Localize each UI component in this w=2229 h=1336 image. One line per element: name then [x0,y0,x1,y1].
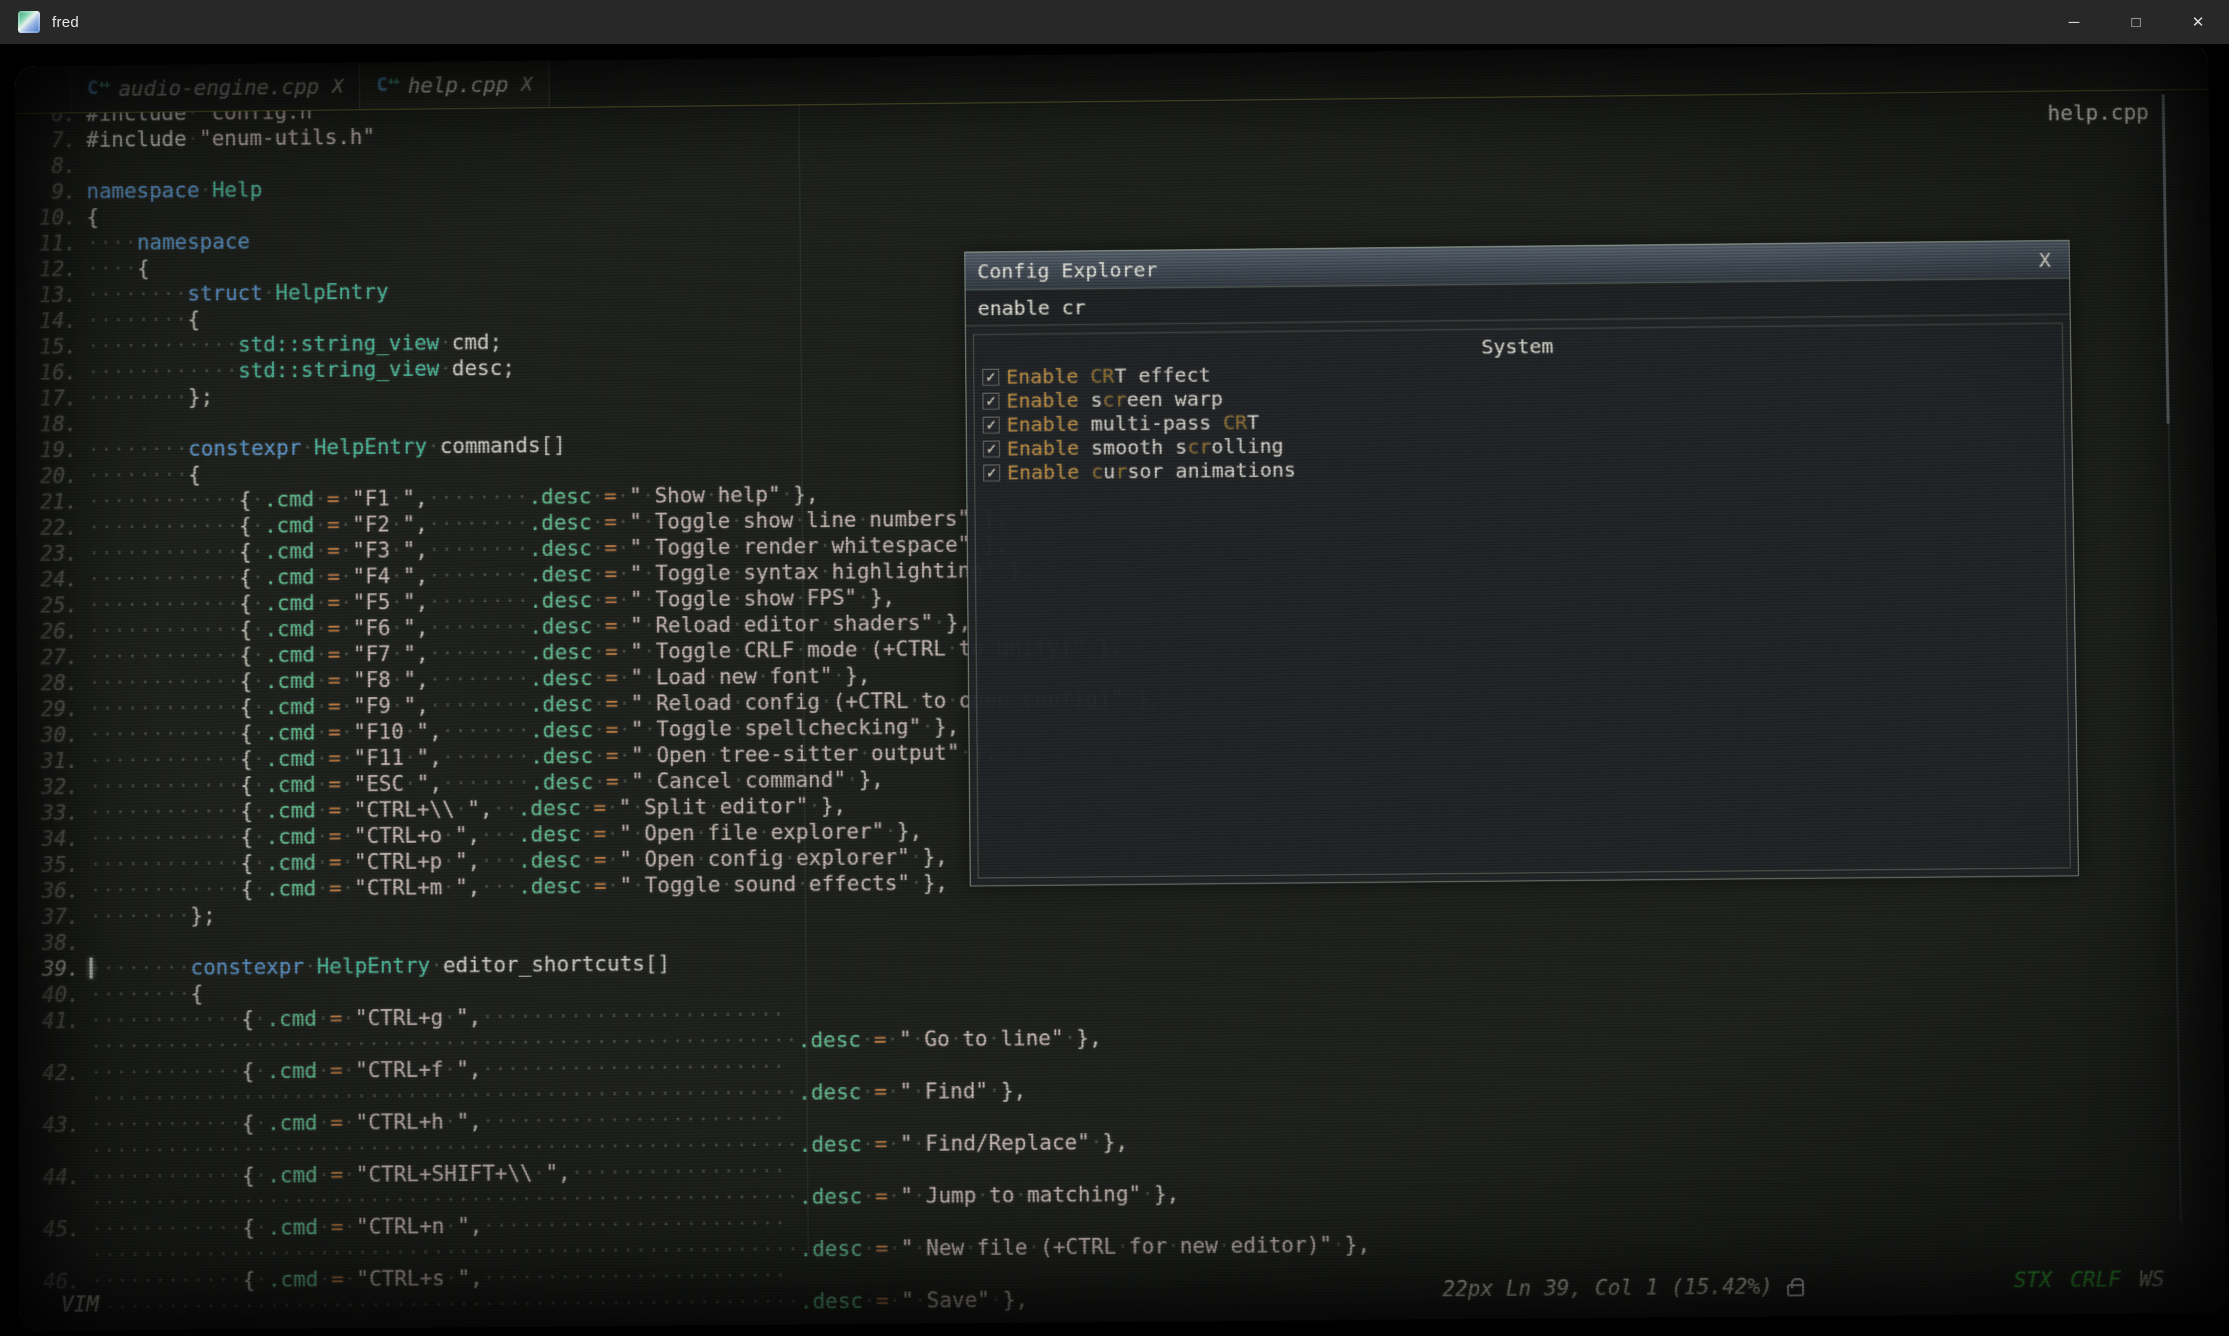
config-item-label: Enable cursor animations [1007,457,1296,484]
status-position: 22px Ln 39, Col 1 (15.42%) [1442,1274,1804,1301]
config-item-label: Enable screen warp [1006,386,1223,412]
cpp-file-icon: C++ [376,74,399,96]
line-number: 33. [17,800,89,827]
status-position-text: 22px Ln 39, Col 1 (15.42%) [1442,1274,1773,1301]
config-explorer-close-icon[interactable]: X [2033,247,2057,271]
line-number: 10. [15,204,87,231]
cpp-file-icon: C++ [87,78,110,100]
tab-help-cpp[interactable]: C++ help.cpp X [360,60,549,109]
tab-label: audio-engine.cpp [118,74,319,100]
line-number [19,1158,91,1159]
line-number: 11. [15,230,87,257]
line-number: 39. [18,956,90,983]
checkbox-checked-icon[interactable]: ✓ [983,416,1000,433]
config-item-label: Enable CRT effect [1006,363,1211,389]
line-number: 29. [17,696,89,723]
line-number: 26. [17,618,89,645]
vim-mode-indicator: VIM [61,1292,99,1316]
line-number: 25. [16,592,88,619]
line-number [19,1262,91,1263]
checkbox-checked-icon[interactable]: ✓ [983,464,1000,481]
status-flags: STX CRLF WS [2013,1267,2164,1292]
window-title: fred [52,14,79,31]
maximize-button[interactable]: □ [2105,0,2167,44]
line-number: 36. [18,878,90,905]
line-number: 18. [16,411,88,438]
line-number: 7. [15,127,87,154]
line-number: 27. [17,644,89,671]
config-items-list: ✓ Enable CRT effect ✓ Enable screen warp ✓ En… [974,354,2064,485]
tab-close-icon[interactable]: X [521,73,533,95]
filename-overlay: help.cpp [2047,100,2149,125]
checkbox-checked-icon[interactable]: ✓ [983,440,1000,457]
line-number: 23. [16,540,88,567]
line-number: 40. [18,982,90,1009]
tab-label: help.cpp [408,72,509,97]
checkbox-checked-icon[interactable]: ✓ [982,368,999,385]
window-titlebar: fred ─ □ ✕ [0,0,2229,44]
line-number [18,1054,90,1055]
line-number: 43. [18,1112,90,1139]
lock-icon [1787,1284,1804,1296]
line-number: 15. [16,334,88,361]
line-number: 22. [16,515,88,542]
close-button[interactable]: ✕ [2167,0,2229,44]
config-explorer-body: System ✓Enable CRT effect✓Enable screen … [973,323,2071,879]
line-number: 41. [18,1008,90,1035]
line-number [18,1106,90,1107]
line-number: 30. [17,722,89,749]
config-explorer-title: Config Explorer [977,257,1157,283]
line-number: 38. [18,930,90,957]
line-number: 9. [15,179,87,206]
line-number: 37. [18,904,90,931]
status-flag-stx: STX [2013,1268,2052,1293]
line-number: 35. [17,852,89,879]
line-number: 20. [16,463,88,490]
line-number: 12. [15,256,87,283]
line-number [19,1210,91,1211]
line-number: 31. [17,748,89,775]
line-number: 17. [16,385,88,412]
line-number: 24. [16,566,88,593]
line-number: 13. [15,282,87,309]
checkbox-checked-icon[interactable]: ✓ [982,392,999,409]
config-item-label: Enable multi-pass CRT [1007,410,1260,437]
status-flag-crlf: CRLF [2070,1267,2121,1292]
editor-screen: 6.#include·"config.h"7.#include·"enum-ut… [15,42,2228,1331]
line-number: 8. [15,153,87,180]
tab-audio-engine-cpp[interactable]: C++ audio-engine.cpp X [70,63,360,113]
line-number: 19. [16,437,88,464]
config-explorer-dialog: Config Explorer X enable cr System ✓Enab… [964,240,2079,887]
status-flag-ws: WS [2139,1267,2165,1291]
line-number: 32. [17,774,89,801]
window-controls: ─ □ ✕ [2043,0,2229,44]
line-number: 44. [19,1164,91,1191]
line-number: 34. [17,826,89,853]
line-number: 45. [19,1216,91,1243]
line-number: 14. [15,308,87,335]
minimize-button[interactable]: ─ [2043,0,2105,44]
line-number: 42. [18,1060,90,1087]
tab-close-icon[interactable]: X [332,75,343,97]
config-item-label: Enable smooth scrolling [1007,434,1284,461]
line-number: 16. [16,359,88,386]
line-number: 21. [16,489,88,516]
app-icon [18,11,40,33]
crt-bezel: 6.#include·"config.h"7.#include·"enum-ut… [0,44,2229,1336]
line-number: 28. [17,670,89,697]
